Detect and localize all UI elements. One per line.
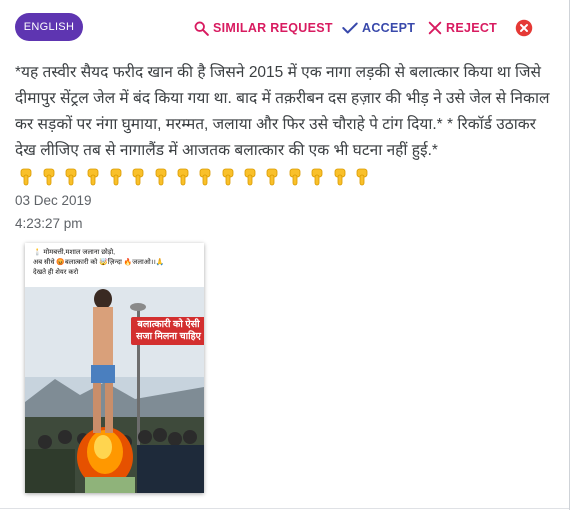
accept-button[interactable]: ACCEPT	[341, 17, 415, 39]
pointing-down-icon	[172, 166, 194, 188]
pointing-down-emoji-row	[15, 166, 565, 188]
close-icon	[428, 21, 442, 35]
message-date: 03 Dec 2019	[15, 193, 92, 208]
search-icon	[194, 21, 209, 36]
right-divider	[569, 0, 570, 510]
accept-label: ACCEPT	[362, 21, 416, 35]
reject-label: REJECT	[446, 21, 498, 35]
media-attachment[interactable]: 🕯️ मोमबत्ती,मशाल जलाना छोड़ो, अब सीधे 😡ब…	[25, 243, 204, 493]
pointing-down-icon	[261, 166, 283, 188]
language-chip[interactable]: ENGLISH	[15, 13, 83, 41]
pointing-down-icon	[15, 166, 37, 188]
pointing-down-icon	[149, 166, 171, 188]
similar-request-button[interactable]: SIMILAR REQUEST	[193, 17, 333, 39]
image-caption-line: अब सीधे 😡बलात्कारी को 🤯ज़िन्दा 🔥जलाओ।।🙏	[33, 259, 165, 266]
pointing-down-icon	[328, 166, 350, 188]
pointing-down-icon	[60, 166, 82, 188]
pointing-down-icon	[239, 166, 261, 188]
pointing-down-icon	[306, 166, 328, 188]
pointing-down-icon	[82, 166, 104, 188]
bottom-divider	[0, 508, 569, 509]
pointing-down-icon	[105, 166, 127, 188]
similar-request-label: SIMILAR REQUEST	[213, 21, 333, 35]
pointing-down-icon	[194, 166, 216, 188]
image-overlay-text: बलात्कारी को ऐसी सजा मिलना चाहिए	[131, 317, 204, 345]
reject-button[interactable]: REJECT	[427, 17, 497, 39]
pointing-down-icon	[217, 166, 239, 188]
image-caption-line: 🕯️ मोमबत्ती,मशाल जलाना छोड़ो,	[33, 249, 116, 256]
image-caption: 🕯️ मोमबत्ती,मशाल जलाना छोड़ो, अब सीधे 😡ब…	[30, 246, 198, 284]
language-chip-label: ENGLISH	[23, 21, 75, 33]
image-caption-line: देखते ही शेयर करो	[33, 269, 79, 276]
message-time: 4:23:27 pm	[15, 216, 83, 231]
message-text: *यह तस्वीर सैयद फरीद खान की है जिसने 201…	[15, 64, 550, 159]
pointing-down-icon	[37, 166, 59, 188]
dismiss-circle-icon[interactable]	[515, 19, 533, 37]
check-icon	[342, 22, 358, 34]
pointing-down-icon	[284, 166, 306, 188]
pointing-down-icon	[351, 166, 373, 188]
pointing-down-icon	[127, 166, 149, 188]
